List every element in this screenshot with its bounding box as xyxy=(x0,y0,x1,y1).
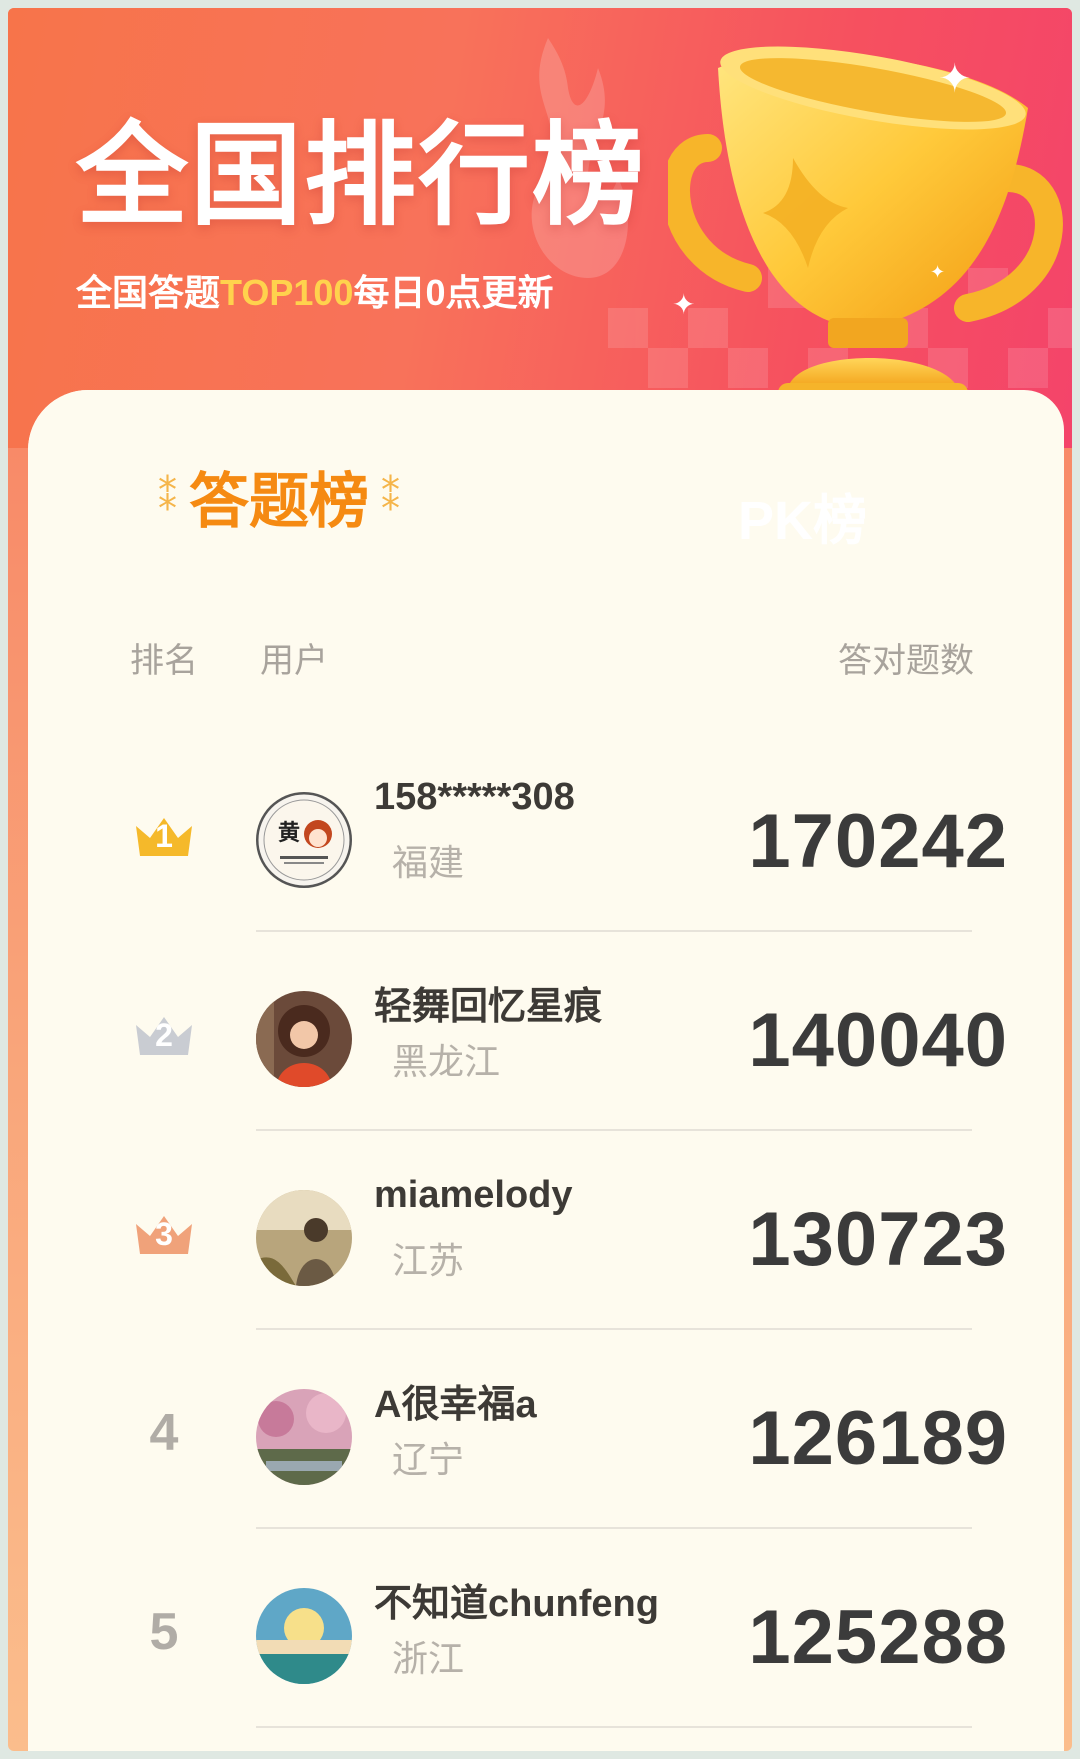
column-header-user: 用户 xyxy=(260,642,328,680)
hero-banner: ✦ ✦ ✦ 全国排行榜 全国答题TOP100每日0点更新 xyxy=(8,8,1072,448)
user-region: 浙江 xyxy=(392,1638,465,1679)
trophy-icon xyxy=(668,46,1063,423)
rank-cell: 5 xyxy=(132,1600,196,1664)
score-value: 130723 xyxy=(748,1197,1008,1282)
avatar[interactable] xyxy=(256,991,352,1087)
score-value: 170242 xyxy=(748,799,1008,884)
score-value: 125288 xyxy=(748,1595,1008,1680)
subtitle-prefix: 全国答题 xyxy=(76,272,221,313)
rank-badge-silver: 2 xyxy=(132,1003,196,1067)
table-row[interactable]: 3 miamelody 江苏 130723 xyxy=(8,1132,1072,1332)
rank-number: 5 xyxy=(149,1603,179,1661)
page-subtitle: 全国答题TOP100每日0点更新 xyxy=(76,264,553,316)
avatar[interactable]: 黄 xyxy=(256,792,352,888)
subtitle-highlight: TOP100 xyxy=(220,272,354,313)
row-divider xyxy=(256,1328,972,1330)
column-header-score: 答对题数 xyxy=(838,642,974,680)
rank-cell: 4 xyxy=(132,1401,196,1465)
column-header-rank: 排名 xyxy=(130,642,198,680)
rank-badge-bronze: 3 xyxy=(132,1202,196,1266)
laurel-right-icon: ⁑ xyxy=(381,474,400,519)
table-row[interactable]: 2 轻舞回忆星痕 黑龙江 140040 xyxy=(8,933,1072,1133)
row-divider xyxy=(256,930,972,932)
avatar[interactable] xyxy=(256,1389,352,1485)
table-row[interactable]: 1 黄 158*****308 福建 170242 xyxy=(8,734,1072,934)
user-region: 江苏 xyxy=(392,1240,465,1281)
rank-number: 2 xyxy=(155,1016,173,1053)
sparkle-icon: ✦ xyxy=(930,262,946,283)
tab-quiz-label: 答题榜 xyxy=(189,468,369,535)
tab-quiz-label-group[interactable]: ⁑ 答题榜 ⁑ xyxy=(158,453,400,540)
leaderboard-page: ✦ ✦ ✦ 全国排行榜 全国答题TOP100每日0点更新 ⁑ 答题榜 ⁑ PK榜… xyxy=(8,8,1072,1751)
page-title: 全国排行榜 xyxy=(76,113,646,238)
score-value: 140040 xyxy=(748,998,1008,1083)
table-row[interactable]: 4 A很幸福a 辽宁 126189 xyxy=(8,1331,1072,1531)
user-name: 不知道chunfeng xyxy=(374,1583,659,1625)
avatar[interactable] xyxy=(256,1190,352,1286)
user-name: A很幸福a xyxy=(374,1384,537,1426)
row-divider xyxy=(256,1527,972,1529)
subtitle-suffix: 每日0点更新 xyxy=(353,272,554,313)
laurel-left-icon: ⁑ xyxy=(158,474,177,519)
user-region: 黑龙江 xyxy=(392,1041,501,1082)
user-region: 福建 xyxy=(392,842,465,883)
table-row[interactable]: 5 不知道chunfeng 浙江 125288 xyxy=(8,1530,1072,1730)
svg-text:黄: 黄 xyxy=(278,820,300,846)
rank-badge-gold: 1 xyxy=(132,804,196,868)
tab-pk-label[interactable]: PK榜 xyxy=(738,476,867,555)
user-name: 轻舞回忆星痕 xyxy=(374,986,603,1028)
rank-number: 4 xyxy=(149,1404,179,1462)
rank-number: 1 xyxy=(155,817,173,854)
user-region: 辽宁 xyxy=(392,1439,465,1480)
sparkle-icon: ✦ xyxy=(672,288,696,321)
score-value: 126189 xyxy=(748,1396,1008,1481)
user-name: miamelody xyxy=(374,1174,573,1216)
user-name: 158*****308 xyxy=(374,776,575,818)
row-divider xyxy=(256,1129,972,1131)
row-divider xyxy=(256,1726,972,1728)
sparkle-icon: ✦ xyxy=(938,56,972,102)
avatar[interactable] xyxy=(256,1588,352,1684)
rank-number: 3 xyxy=(155,1215,173,1252)
